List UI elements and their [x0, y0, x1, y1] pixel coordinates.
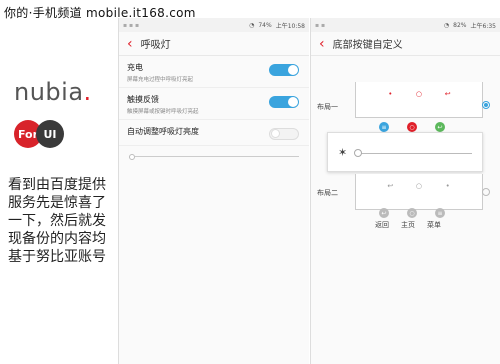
touch-feedback-toggle[interactable]	[269, 96, 299, 108]
charging-toggle[interactable]	[269, 64, 299, 76]
layout-one-preview[interactable]: • ○ ↩	[355, 82, 483, 118]
key-name: 主页	[401, 221, 415, 229]
notification-icons: ▪ ▪	[315, 21, 326, 29]
toggle-knob	[271, 129, 280, 138]
key-row: • ○ ↩	[376, 90, 462, 98]
wifi-icon: ◔	[443, 21, 450, 29]
layout-two-label: 布局二	[317, 189, 338, 197]
home-key-icon: ○	[415, 182, 423, 190]
clock: 上午10:58	[275, 22, 305, 30]
key-name: 返回	[375, 221, 389, 229]
ui-circle: UI	[36, 120, 64, 148]
vibration-icon: ✶	[338, 146, 348, 159]
layout-two-icons: ↩ ○ ≡	[379, 208, 445, 218]
phone-screen-bottom-keys: ▪ ▪ ◔ 82% 上午6:35 ‹ 底部按键自定义 • ○ ↩ 布局一 ≡ ○…	[310, 18, 500, 364]
auto-brightness-toggle[interactable]	[269, 128, 299, 140]
home-key-icon: ○	[415, 90, 423, 98]
layout-one-radio[interactable]	[482, 101, 490, 109]
home-icon: ○	[407, 122, 417, 132]
page-title: 底部按键自定义	[332, 40, 403, 51]
toggle-knob	[288, 97, 298, 107]
slider-track	[135, 156, 299, 157]
battery-level: 82%	[453, 21, 467, 29]
setting-desc: 屏幕充电过程中呼吸灯亮起	[127, 77, 194, 83]
setting-row-touch-feedback[interactable]: 触摸反馈 触摸屏幕或按键时呼吸灯亮起	[119, 88, 309, 120]
wifi-icon: ◔	[249, 21, 255, 29]
layout-one-label: 布局一	[317, 103, 338, 111]
status-bar: ▪ ▪ ◔ 82% 上午6:35	[311, 18, 500, 32]
haptic-slider-popup: ✶	[327, 132, 483, 172]
setting-row-charging[interactable]: 充电 屏幕充电过程中呼吸灯亮起	[119, 56, 309, 88]
key-name: 菜单	[427, 221, 441, 229]
back-key-icon: ↩	[387, 182, 394, 190]
slider-track	[358, 153, 472, 154]
menu-key-icon: •	[445, 182, 450, 190]
page-title: 呼吸灯	[140, 40, 171, 51]
back-icon: ↩	[435, 122, 445, 132]
home-icon: ○	[407, 208, 417, 218]
layout-one-icons: ≡ ○ ↩	[379, 122, 445, 132]
menu-key-icon: •	[388, 90, 393, 98]
back-key-icon: ↩	[444, 90, 451, 98]
back-icon: ↩	[379, 208, 389, 218]
nubia-logo: nubia.	[14, 78, 92, 106]
setting-row-auto-brightness[interactable]: 自动调整呼吸灯亮度	[119, 120, 309, 146]
slider-thumb[interactable]	[129, 154, 135, 160]
notification-icons: ▪ ▪ ▪	[123, 21, 140, 29]
menu-icon: ≡	[435, 208, 445, 218]
toggle-knob	[288, 65, 298, 75]
caption-text: 看到由百度提供服务先是惊喜了一下，然后就发现备份的内容均基于努比亚账号	[8, 177, 106, 265]
title-bar: ‹ 底部按键自定义	[311, 32, 500, 56]
layout-two-preview[interactable]: ↩ ○ •	[355, 174, 483, 210]
layout-two-names: 返回 主页 菜单	[375, 220, 441, 230]
battery-level: 74%	[258, 21, 272, 29]
status-bar: ▪ ▪ ▪ ◔ 74% 上午10:58	[119, 18, 309, 32]
for-ui-badge: For UI	[14, 120, 64, 148]
layout-two-radio[interactable]	[482, 188, 490, 196]
back-arrow-icon[interactable]: ‹	[319, 37, 325, 51]
slider-thumb[interactable]	[354, 149, 362, 157]
menu-icon: ≡	[379, 122, 389, 132]
key-row: ↩ ○ •	[376, 182, 462, 190]
clock: 上午6:35	[470, 22, 496, 30]
brightness-slider[interactable]	[129, 154, 299, 160]
logo-text: nubia	[14, 78, 84, 106]
setting-desc: 触摸屏幕或按键时呼吸灯亮起	[127, 109, 199, 115]
back-arrow-icon[interactable]: ‹	[127, 37, 133, 51]
phone-screen-breathing-light: ▪ ▪ ▪ ◔ 74% 上午10:58 ‹ 呼吸灯 充电 屏幕充电过程中呼吸灯亮…	[118, 18, 309, 364]
logo-dot: .	[83, 78, 92, 106]
title-bar: ‹ 呼吸灯	[119, 32, 309, 56]
